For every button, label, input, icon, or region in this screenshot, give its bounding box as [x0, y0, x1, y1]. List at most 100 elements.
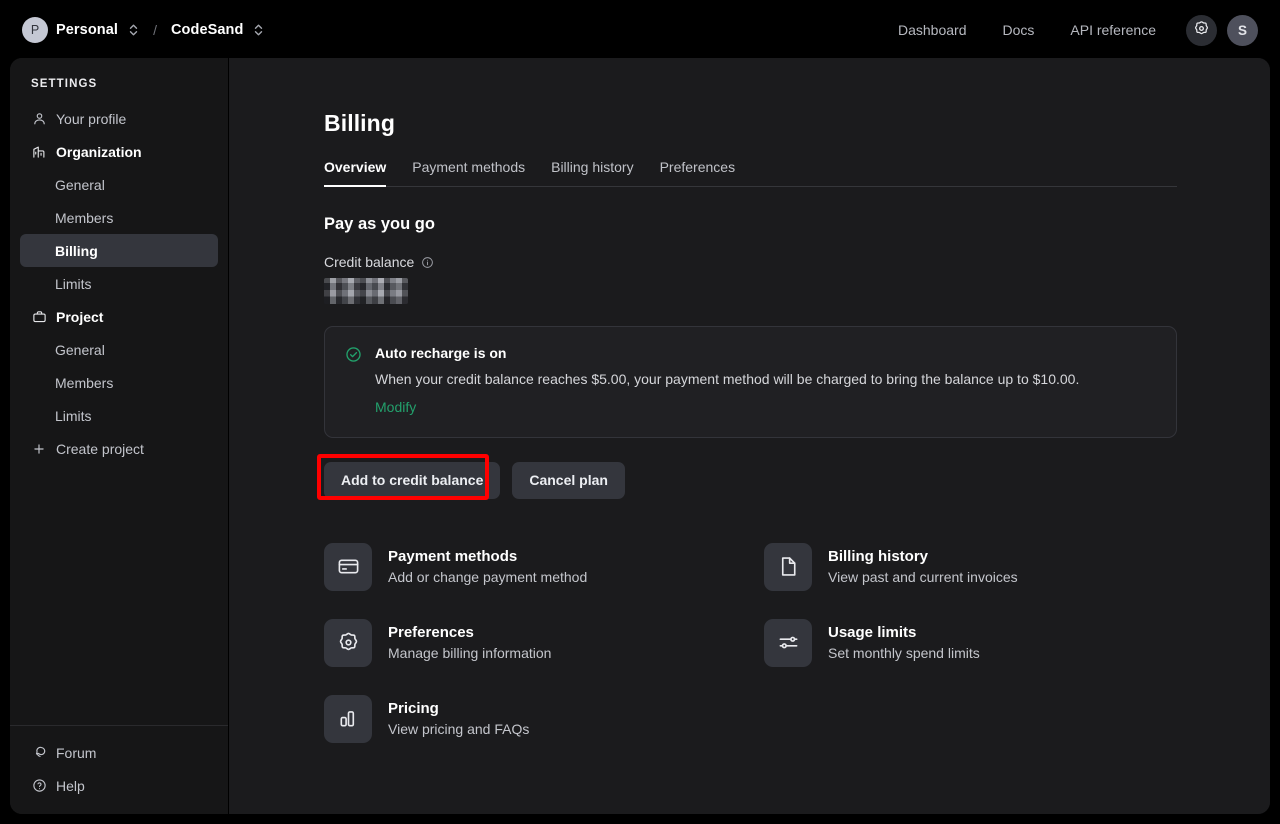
briefcase-icon	[31, 309, 47, 325]
page-title: Billing	[324, 110, 395, 136]
auto-recharge-card: Auto recharge is on When your credit bal…	[324, 326, 1177, 438]
card-pricing[interactable]: Pricing View pricing and FAQs	[324, 694, 744, 743]
tab-payment-methods[interactable]: Payment methods	[399, 159, 538, 186]
card-text: Pricing View pricing and FAQs	[388, 700, 529, 737]
card-subtitle: Add or change payment method	[388, 569, 588, 586]
page-panel: SETTINGS Your profile Organization Gener…	[10, 58, 1270, 814]
auto-recharge-description: When your credit balance reaches $5.00, …	[375, 371, 1080, 387]
tab-billing-history[interactable]: Billing history	[538, 159, 646, 186]
sidebar-item-project-limits[interactable]: Limits	[20, 399, 218, 432]
chevron-up-down-icon[interactable]	[253, 22, 264, 38]
sidebar-item-org-members[interactable]: Members	[20, 201, 218, 234]
sidebar-item-label: Limits	[55, 407, 92, 424]
billing-action-buttons: Add to credit balance Cancel plan	[317, 453, 1270, 500]
card-subtitle: Manage billing information	[388, 645, 552, 662]
sidebar-scroll-area: SETTINGS Your profile Organization Gener…	[10, 58, 228, 725]
org-breadcrumb: P Personal / CodeSand	[22, 17, 264, 43]
add-to-credit-balance-button[interactable]: Add to credit balance	[324, 461, 501, 499]
nav-link-docs[interactable]: Docs	[984, 0, 1052, 60]
credit-balance-label-row: Credit balance	[324, 254, 1270, 270]
card-text: Billing history View past and current in…	[828, 548, 1018, 585]
building-icon	[31, 144, 47, 160]
settings-button[interactable]	[1186, 14, 1217, 46]
card-preferences[interactable]: Preferences Manage billing information	[324, 618, 744, 667]
card-title: Payment methods	[388, 548, 518, 566]
sidebar-item-org-billing[interactable]: Billing	[20, 234, 218, 267]
auto-recharge-title: Auto recharge is on	[375, 345, 507, 361]
sidebar-item-label: Forum	[56, 744, 97, 761]
document-icon	[764, 542, 812, 591]
project-name[interactable]: CodeSand	[171, 22, 244, 38]
sidebar-heading: SETTINGS	[31, 78, 98, 90]
modify-auto-recharge-link[interactable]: Modify	[375, 399, 416, 415]
user-avatar[interactable]: S	[1227, 14, 1258, 46]
sliders-icon	[764, 618, 812, 667]
credit-balance-value	[324, 278, 408, 304]
billing-content: Billing Overview Payment methods Billing…	[229, 58, 1270, 814]
card-billing-history[interactable]: Billing history View past and current in…	[764, 542, 1184, 591]
sidebar-item-label: General	[55, 341, 105, 358]
section-title-pay-as-you-go: Pay as you go	[324, 215, 435, 233]
card-title: Billing history	[828, 548, 929, 566]
top-bar: P Personal / CodeSand Dashboard Docs API…	[0, 0, 1280, 60]
top-navigation: Dashboard Docs API reference S	[880, 0, 1280, 60]
sidebar-item-project[interactable]: Project	[20, 300, 218, 333]
bar-chart-icon	[324, 694, 372, 743]
sidebar-item-label: Limits	[55, 275, 92, 292]
chevron-up-down-icon[interactable]	[128, 22, 139, 38]
org-avatar: P	[22, 17, 48, 43]
sidebar-item-label: Create project	[56, 440, 144, 457]
card-payment-methods[interactable]: Payment methods Add or change payment me…	[324, 542, 744, 591]
sidebar-item-org-general[interactable]: General	[20, 168, 218, 201]
card-subtitle: View past and current invoices	[828, 569, 1018, 586]
sidebar-item-create-project[interactable]: Create project	[20, 432, 218, 465]
card-text: Usage limits Set monthly spend limits	[828, 624, 980, 661]
sidebar-item-label: Members	[55, 209, 114, 226]
sidebar-item-label: General	[55, 176, 105, 193]
billing-feature-cards: Payment methods Add or change payment me…	[324, 542, 1194, 743]
app-root: P Personal / CodeSand Dashboard Docs API…	[0, 0, 1280, 824]
question-circle-icon	[31, 778, 47, 794]
sidebar-item-forum[interactable]: Forum	[20, 736, 218, 769]
sidebar-item-project-general[interactable]: General	[20, 333, 218, 366]
breadcrumb-separator: /	[153, 22, 157, 38]
sidebar-item-label: Help	[56, 777, 85, 794]
nav-link-dashboard[interactable]: Dashboard	[880, 0, 985, 60]
sidebar-item-label: Project	[56, 308, 104, 325]
billing-tabs: Overview Payment methods Billing history…	[324, 159, 1177, 187]
sidebar-item-org-limits[interactable]: Limits	[20, 267, 218, 300]
sidebar-item-label: Billing	[55, 242, 98, 259]
sidebar-footer: Forum Help	[10, 725, 228, 814]
credit-card-icon	[324, 542, 372, 591]
auto-recharge-body: Auto recharge is on When your credit bal…	[375, 345, 1079, 417]
card-subtitle: View pricing and FAQs	[388, 721, 530, 738]
sidebar-item-your-profile[interactable]: Your profile	[20, 102, 218, 135]
gear-icon	[1193, 20, 1210, 40]
info-icon[interactable]	[421, 256, 434, 269]
chat-bubble-icon	[31, 745, 47, 761]
nav-link-api-reference[interactable]: API reference	[1052, 0, 1174, 60]
sidebar-item-project-members[interactable]: Members	[20, 366, 218, 399]
sidebar-item-organization[interactable]: Organization	[20, 135, 218, 168]
sidebar-item-help[interactable]: Help	[20, 769, 218, 802]
plus-icon	[31, 441, 47, 457]
tab-overview[interactable]: Overview	[324, 159, 399, 187]
card-text: Preferences Manage billing information	[388, 624, 551, 661]
card-usage-limits[interactable]: Usage limits Set monthly spend limits	[764, 618, 1184, 667]
sidebar-item-label: Organization	[56, 143, 142, 160]
check-circle-icon	[345, 346, 362, 417]
card-title: Preferences	[388, 624, 474, 642]
settings-sidebar: SETTINGS Your profile Organization Gener…	[10, 58, 229, 814]
org-name[interactable]: Personal	[56, 22, 118, 38]
card-title: Pricing	[388, 700, 439, 718]
card-title: Usage limits	[828, 624, 917, 642]
tab-preferences[interactable]: Preferences	[647, 159, 748, 186]
sidebar-item-label: Members	[55, 374, 114, 391]
card-text: Payment methods Add or change payment me…	[388, 548, 587, 585]
cancel-plan-button[interactable]: Cancel plan	[512, 461, 625, 499]
card-subtitle: Set monthly spend limits	[828, 645, 980, 662]
user-icon	[31, 111, 47, 127]
credit-balance-label: Credit balance	[324, 254, 415, 270]
gear-icon	[324, 618, 372, 667]
sidebar-item-label: Your profile	[56, 110, 127, 127]
